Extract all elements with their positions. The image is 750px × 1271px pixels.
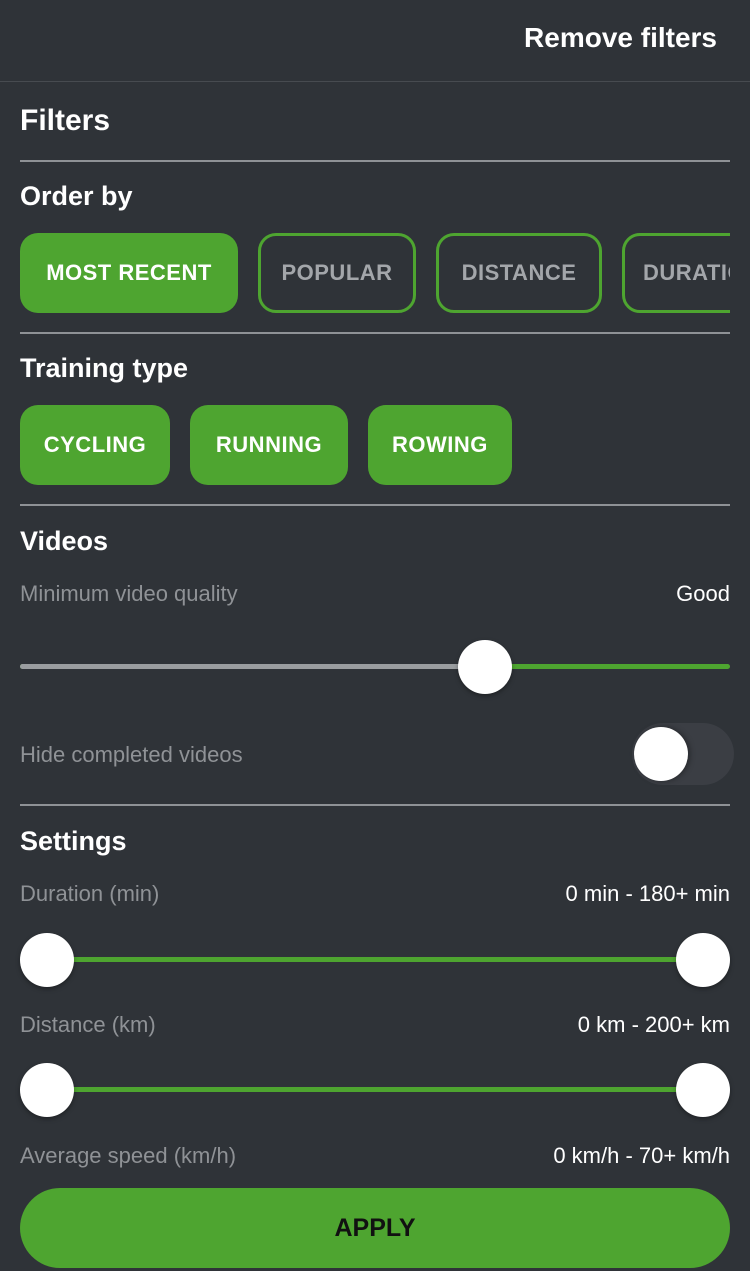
distance-max-thumb[interactable] (676, 1063, 730, 1117)
order-by-title: Order by (20, 181, 133, 211)
training-type-title: Training type (20, 353, 189, 383)
duration-label: Duration (min) (20, 881, 160, 906)
remove-filters-button[interactable]: Remove filters (524, 22, 717, 54)
videos-title: Videos (20, 526, 109, 556)
duration-range-slider[interactable] (20, 932, 730, 988)
divider (20, 504, 730, 506)
divider (20, 160, 730, 162)
duration-max-thumb[interactable] (676, 933, 730, 987)
avg-speed-value: 0 km/h - 70+ km/h (553, 1143, 730, 1168)
min-quality-value: Good (676, 581, 730, 606)
order-by-distance[interactable]: DISTANCE (436, 233, 602, 313)
order-by-options[interactable]: MOST RECENT POPULAR DISTANCE DURATION (20, 233, 730, 313)
training-type-running[interactable]: RUNNING (190, 405, 348, 485)
top-bar: Remove filters (0, 0, 750, 82)
min-quality-label: Minimum video quality (20, 581, 238, 606)
slider-track (20, 1087, 730, 1092)
training-type-rowing[interactable]: ROWING (368, 405, 512, 485)
duration-min-thumb[interactable] (20, 933, 74, 987)
distance-min-thumb[interactable] (20, 1063, 74, 1117)
order-by-duration[interactable]: DURATION (622, 233, 730, 313)
min-quality-slider[interactable] (20, 639, 730, 695)
slider-thumb[interactable] (458, 640, 513, 694)
training-type-cycling[interactable]: CYCLING (20, 405, 170, 485)
training-type-options[interactable]: CYCLING RUNNING ROWING (20, 405, 730, 485)
page-title: Filters (20, 104, 111, 137)
slider-track (20, 957, 730, 962)
distance-label: Distance (km) (20, 1012, 156, 1037)
divider (20, 332, 730, 334)
distance-range-slider[interactable] (20, 1062, 730, 1118)
avg-speed-label: Average speed (km/h) (20, 1143, 237, 1168)
toggle-knob (634, 727, 688, 781)
duration-value: 0 min - 180+ min (565, 881, 730, 906)
slider-track-inactive (20, 664, 486, 669)
hide-completed-toggle[interactable] (632, 723, 734, 785)
order-by-popular[interactable]: POPULAR (258, 233, 416, 313)
order-by-most-recent[interactable]: MOST RECENT (20, 233, 238, 313)
hide-completed-label: Hide completed videos (20, 742, 243, 767)
divider (20, 804, 730, 806)
apply-button[interactable]: APPLY (20, 1188, 730, 1268)
settings-title: Settings (20, 826, 127, 856)
distance-value: 0 km - 200+ km (577, 1012, 730, 1037)
